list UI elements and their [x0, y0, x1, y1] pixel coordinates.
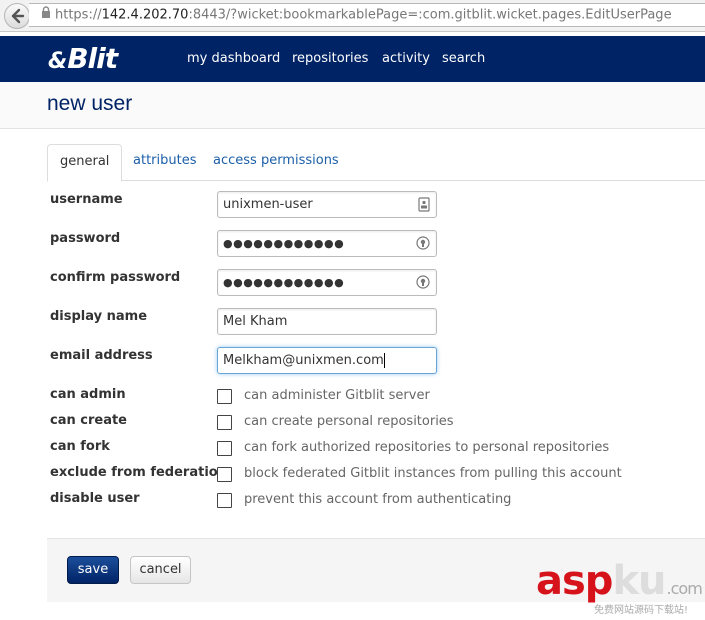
back-arrow-icon	[11, 8, 25, 24]
save-button[interactable]: save	[67, 556, 119, 584]
lock-icon	[41, 4, 51, 26]
url-scheme: https://	[55, 7, 102, 23]
disable-user-label: disable user	[50, 491, 140, 506]
tab-access-permissions[interactable]: access permissions	[201, 144, 351, 181]
url-host: 142.4.202.70	[101, 7, 189, 23]
confirm-password-value: ●●●●●●●●●●●●	[223, 276, 345, 289]
can-create-label: can create	[50, 413, 127, 428]
tab-attributes[interactable]: attributes	[121, 144, 208, 181]
can-admin-checkbox[interactable]	[217, 389, 232, 404]
exclude-from-federation-label: exclude from federation	[50, 465, 227, 480]
nav-search[interactable]: search	[442, 36, 485, 82]
tab-general[interactable]: general	[47, 144, 123, 182]
username-label: username	[50, 192, 123, 207]
username-value: unixmen-user	[223, 197, 313, 212]
email-field[interactable]: Melkham@unixmen.com	[217, 347, 437, 374]
watermark-com: .com	[666, 579, 703, 598]
text-caret	[383, 353, 385, 368]
watermark-tagline: 免费网站源码下载站!	[594, 605, 689, 616]
nav-activity[interactable]: activity	[382, 36, 430, 82]
nav-repositories[interactable]: repositories	[292, 36, 368, 82]
display-name-label: display name	[50, 309, 148, 324]
exclude-from-federation-description: block federated Gitblit instances from p…	[244, 466, 622, 481]
can-admin-description: can administer Gitblit server	[244, 388, 430, 403]
logo-mark-icon: &	[48, 49, 67, 74]
can-admin-label: can admin	[50, 387, 126, 402]
password-field[interactable]: ●●●●●●●●●●●●	[217, 230, 437, 257]
key-icon	[416, 275, 430, 289]
display-name-field[interactable]: Mel Kham	[217, 308, 437, 335]
disable-user-description: prevent this account from authenticating	[244, 492, 512, 507]
key-icon	[416, 236, 430, 250]
url-path: :8443/?wicket:bookmarkablePage=:com.gitb…	[188, 7, 672, 23]
display-name-value: Mel Kham	[223, 314, 288, 329]
confirm-password-field[interactable]: ●●●●●●●●●●●●	[217, 269, 437, 296]
nav-my-dashboard[interactable]: my dashboard	[187, 36, 280, 82]
watermark: aspku.com 免费网站源码下载站!	[536, 560, 705, 620]
gitblit-logo[interactable]: &Blit	[48, 42, 118, 75]
can-create-checkbox[interactable]	[217, 415, 232, 430]
page-header: new user	[0, 82, 705, 129]
contact-card-icon	[418, 197, 430, 212]
email-label: email address	[50, 348, 153, 363]
can-fork-checkbox[interactable]	[217, 441, 232, 456]
confirm-password-label: confirm password	[50, 270, 181, 285]
back-button[interactable]	[4, 3, 30, 29]
password-label: password	[50, 231, 121, 246]
disable-user-checkbox[interactable]	[217, 493, 232, 508]
tab-bar: general attributes access permissions	[47, 144, 705, 182]
email-value: Melkham@unixmen.com	[223, 353, 384, 368]
cancel-button[interactable]: cancel	[130, 556, 191, 584]
exclude-from-federation-checkbox[interactable]	[217, 467, 232, 482]
username-field[interactable]: unixmen-user	[217, 191, 437, 218]
top-navbar: &Blit my dashboard repositories activity…	[0, 36, 705, 82]
page-title: new user	[47, 92, 133, 115]
watermark-ku: ku	[612, 558, 666, 604]
can-fork-description: can fork authorized repositories to pers…	[244, 440, 610, 455]
can-create-description: can create personal repositories	[244, 414, 454, 429]
url-field[interactable]: https://142.4.202.70:8443/?wicket:bookma…	[29, 3, 705, 27]
password-value: ●●●●●●●●●●●●	[223, 237, 345, 250]
watermark-asp: asp	[536, 558, 613, 604]
logo-text: Blit	[67, 42, 118, 75]
browser-url-bar: https://142.4.202.70:8443/?wicket:bookma…	[0, 0, 705, 32]
can-fork-label: can fork	[50, 439, 110, 454]
